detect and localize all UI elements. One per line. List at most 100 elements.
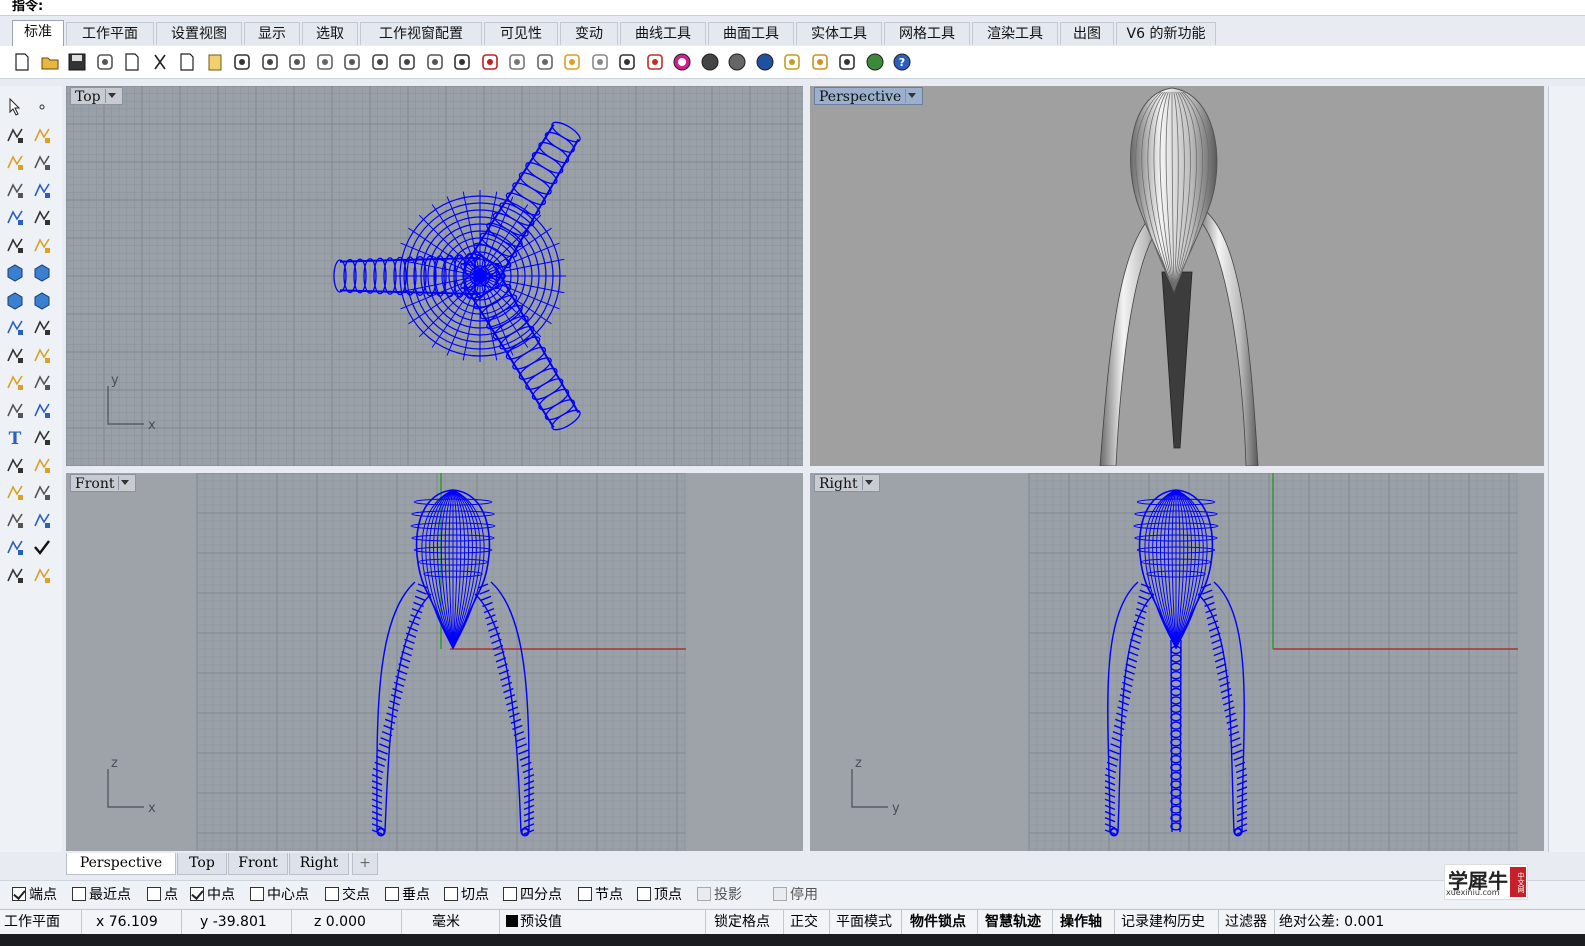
snap-icon[interactable] [836, 51, 858, 73]
circle-tool-icon[interactable] [4, 151, 26, 173]
render-icon[interactable] [781, 51, 803, 73]
rotate-icon[interactable] [424, 51, 446, 73]
polygon-icon[interactable] [4, 179, 26, 201]
arc-icon[interactable] [4, 206, 26, 228]
viewport-menu-arrow-icon[interactable] [905, 89, 918, 103]
osnap-7[interactable]: 切点 [444, 886, 489, 904]
status-filter[interactable]: 过滤器 [1219, 910, 1275, 934]
viewport-front[interactable]: xz Front [66, 473, 803, 851]
osnap-checkbox[interactable] [578, 887, 592, 901]
osnap-checkbox[interactable] [250, 887, 264, 901]
properties-icon[interactable] [506, 51, 528, 73]
viewport-tab-top[interactable]: Top [177, 853, 227, 875]
options-gear-icon[interactable] [809, 51, 831, 73]
status-unit[interactable]: 毫米 [402, 910, 500, 934]
shaded-sphere-icon[interactable] [726, 51, 748, 73]
render-tool-icon[interactable] [31, 564, 53, 586]
viewport-tab-front[interactable]: Front [228, 853, 288, 875]
osnap-checkbox[interactable] [637, 887, 651, 901]
viewport-label-right[interactable]: Right [814, 474, 880, 492]
array-icon[interactable] [4, 509, 26, 531]
group-icon[interactable] [4, 454, 26, 476]
osnap-checkbox[interactable] [12, 887, 26, 901]
status-grid-snap[interactable]: 锁定格点 [706, 910, 784, 934]
ribbon-tab-6[interactable]: 可见性 [484, 22, 558, 45]
earth-icon[interactable] [864, 51, 886, 73]
rectangle-icon[interactable] [31, 179, 53, 201]
split-icon[interactable] [31, 316, 53, 338]
join-icon[interactable] [4, 399, 26, 421]
boolean-difference-icon[interactable] [31, 371, 53, 393]
mesh-tool-icon[interactable] [4, 564, 26, 586]
zoom-window-icon[interactable] [341, 51, 363, 73]
surface-corner-icon[interactable] [4, 234, 26, 256]
osnap-4[interactable]: 中心点 [250, 886, 309, 904]
osnap-2[interactable]: 点 [147, 886, 178, 904]
osnap-checkbox[interactable] [325, 887, 339, 901]
viewport-tab-perspective[interactable]: Perspective [66, 853, 176, 875]
right-view-canvas[interactable]: yz [810, 473, 1544, 851]
render-sphere-icon[interactable] [699, 51, 721, 73]
patch-surface-icon[interactable] [31, 289, 53, 311]
ribbon-tab-11[interactable]: 网格工具 [884, 22, 970, 45]
viewport-label-front[interactable]: Front [70, 474, 137, 492]
ribbon-tab-9[interactable]: 曲面工具 [708, 22, 794, 45]
osnap-3[interactable]: 中点 [190, 886, 235, 904]
osnap-checkbox[interactable] [72, 887, 86, 901]
top-view-canvas[interactable]: xy [66, 86, 803, 466]
status-smarttrack[interactable]: 智慧轨迹 [978, 910, 1053, 934]
osnap-checkbox[interactable] [190, 887, 204, 901]
zoom-selected-icon[interactable] [396, 51, 418, 73]
ribbon-tab-5[interactable]: 工作视窗配置 [360, 22, 482, 45]
scale-icon[interactable] [31, 426, 53, 448]
status-ortho[interactable]: 正交 [784, 910, 830, 934]
right-panel[interactable] [1548, 86, 1585, 852]
viewport-menu-arrow-icon[interactable] [104, 89, 118, 103]
move-icon[interactable] [4, 344, 26, 366]
ribbon-tab-2[interactable]: 设置视图 [156, 22, 242, 45]
zoom-extents-icon[interactable] [369, 51, 391, 73]
viewport-menu-arrow-icon[interactable] [118, 476, 131, 490]
status-cplane[interactable]: 工作平面 [0, 910, 82, 934]
status-planar[interactable]: 平面模式 [830, 910, 902, 934]
ribbon-tab-10[interactable]: 实体工具 [796, 22, 882, 45]
status-gumball[interactable]: 操作轴 [1053, 910, 1115, 934]
circle-icon[interactable] [534, 51, 556, 73]
text-tool-icon[interactable]: T [4, 426, 26, 449]
save-icon[interactable] [66, 51, 88, 73]
copy-icon[interactable] [176, 51, 198, 73]
check-icon[interactable] [31, 536, 53, 558]
viewport-tab-right[interactable]: Right [289, 853, 349, 875]
osnap-checkbox[interactable] [385, 887, 399, 901]
sweep-surface-icon[interactable] [31, 234, 53, 256]
lock-icon[interactable] [616, 51, 638, 73]
osnap-1[interactable]: 最近点 [72, 886, 131, 904]
import-icon[interactable] [121, 51, 143, 73]
select-points-icon[interactable] [561, 51, 583, 73]
ribbon-tab-1[interactable]: 工作平面 [66, 22, 154, 45]
boolean-union-icon[interactable] [4, 371, 26, 393]
ribbon-tab-12[interactable]: 渲染工具 [972, 22, 1058, 45]
car-icon[interactable] [479, 51, 501, 73]
sphere-solid-icon[interactable] [31, 261, 53, 283]
viewport-label-top[interactable]: Top [70, 87, 123, 105]
viewport-menu-arrow-icon[interactable] [861, 476, 875, 490]
ribbon-tab-13[interactable]: 出图 [1060, 22, 1114, 45]
osnap-5[interactable]: 交点 [325, 886, 370, 904]
offset-icon[interactable] [31, 399, 53, 421]
copy-tool-icon[interactable] [31, 344, 53, 366]
ribbon-tab-14[interactable]: V6 的新功能 [1116, 22, 1216, 45]
open-folder-icon[interactable] [39, 51, 61, 73]
blend-icon[interactable] [31, 454, 53, 476]
osnap-0[interactable]: 端点 [12, 886, 57, 904]
command-prompt[interactable]: 指令: [0, 0, 1585, 16]
dimension-icon[interactable] [4, 536, 26, 558]
ribbon-tab-8[interactable]: 曲线工具 [620, 22, 706, 45]
status-record-history[interactable]: 记录建构历史 [1115, 910, 1219, 934]
new-file-icon[interactable] [11, 51, 33, 73]
pan-hand-icon[interactable] [259, 51, 281, 73]
material-sphere-icon[interactable] [754, 51, 776, 73]
perspective-view-canvas[interactable] [810, 86, 1544, 466]
point-icon[interactable] [31, 96, 53, 118]
front-view-canvas[interactable]: xz [66, 473, 803, 851]
